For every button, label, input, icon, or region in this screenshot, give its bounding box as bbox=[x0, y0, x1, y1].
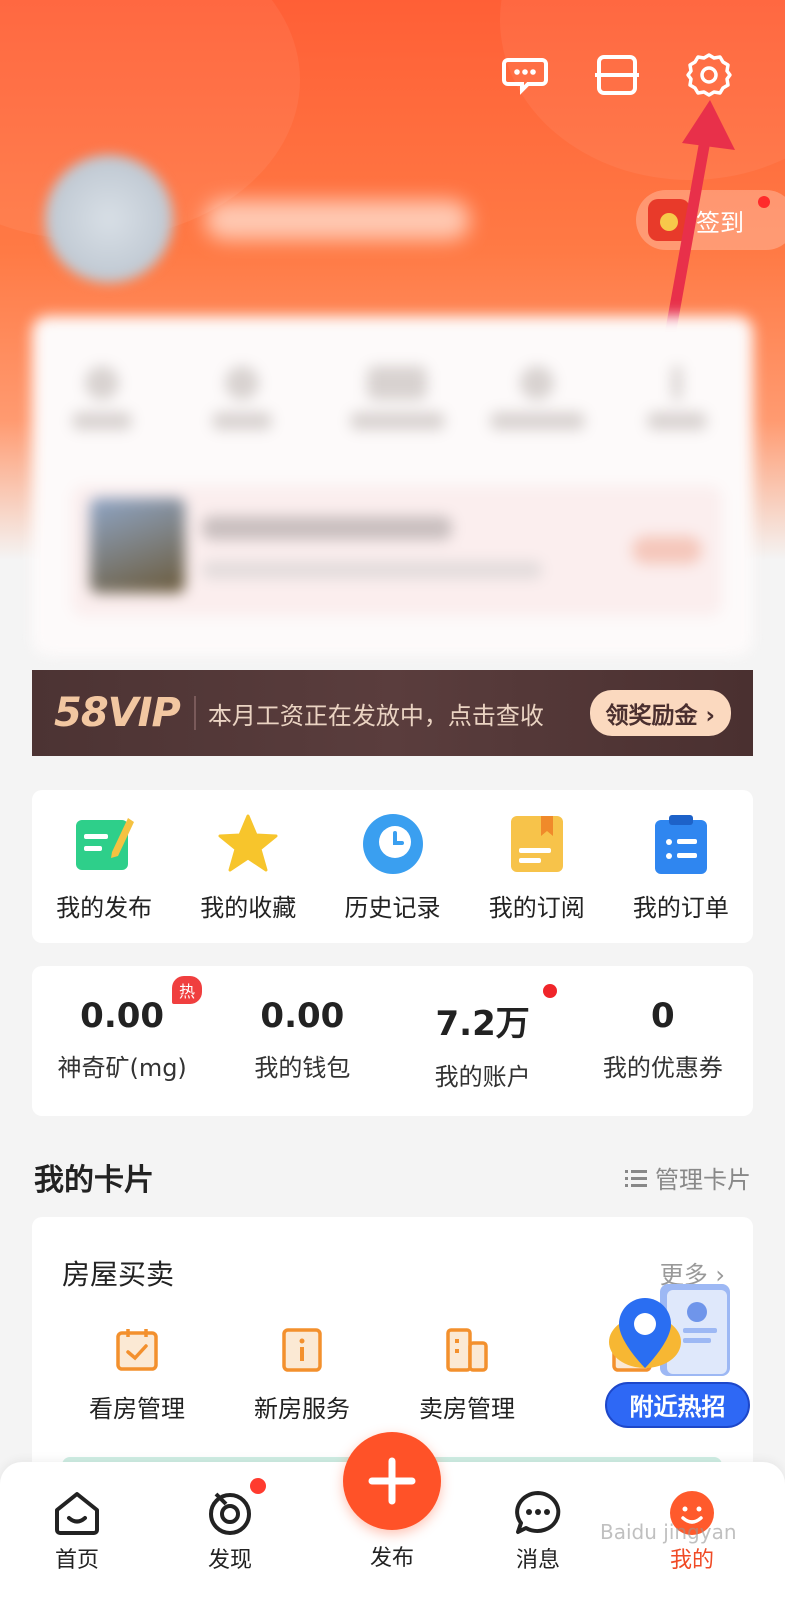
notification-dot bbox=[542, 984, 557, 998]
house-item-viewing[interactable]: 看房管理 bbox=[62, 1327, 212, 1424]
publish-button[interactable] bbox=[343, 1432, 441, 1530]
quick-action-label: 我的收藏 bbox=[200, 894, 297, 922]
manage-cards-button[interactable]: 管理卡片 bbox=[625, 1160, 751, 1195]
blurred-item bbox=[642, 366, 712, 446]
stat-label: 我的账户 bbox=[434, 1063, 531, 1091]
quick-actions-card: 我的发布 我的收藏 历史记录 我的订阅 我的订单 bbox=[32, 790, 753, 943]
stat-value: 0.00 bbox=[260, 996, 345, 1036]
house-item-new-home[interactable]: 新房服务 bbox=[227, 1327, 377, 1424]
stat-value: 7.2万 bbox=[435, 1004, 530, 1044]
nearby-jobs-float-ad[interactable]: 附近热招 bbox=[605, 1280, 750, 1430]
plus-icon bbox=[368, 1457, 416, 1505]
annotation-arrow bbox=[664, 100, 735, 341]
building-icon bbox=[446, 1328, 488, 1372]
watermark: Baidu jingyan bbox=[600, 1520, 737, 1544]
info-doc-icon bbox=[282, 1328, 322, 1372]
tab-discover[interactable]: 发现 bbox=[180, 1478, 280, 1574]
house-item-label: 卖房管理 bbox=[419, 1395, 515, 1423]
vip-brand: 58VIP bbox=[54, 690, 181, 736]
tab-label: 首页 bbox=[54, 1548, 99, 1573]
quick-action-label: 历史记录 bbox=[344, 894, 441, 922]
message-icon bbox=[515, 1491, 561, 1534]
stat-wallet[interactable]: 0.00 我的钱包 bbox=[212, 966, 392, 1116]
blurred-banner bbox=[72, 486, 722, 616]
stat-account[interactable]: 7.2万 我的账户 bbox=[393, 966, 573, 1116]
vip-divider bbox=[193, 696, 196, 730]
notification-dot bbox=[250, 1478, 266, 1494]
quick-action-history[interactable]: 历史记录 bbox=[320, 790, 464, 943]
stat-coupons[interactable]: 0 我的优惠券 bbox=[573, 966, 753, 1116]
quick-action-label: 我的订单 bbox=[632, 894, 729, 922]
house-item-label: 新房服务 bbox=[254, 1395, 350, 1423]
clipboard-icon bbox=[654, 815, 707, 874]
settings-icon[interactable] bbox=[684, 50, 734, 100]
stat-magic-ore[interactable]: 0.00 神奇矿(mg) 热 bbox=[32, 966, 212, 1116]
blurred-item bbox=[347, 366, 447, 446]
house-item-sell[interactable]: 卖房管理 bbox=[392, 1327, 542, 1424]
quick-action-orders[interactable]: 我的订单 bbox=[609, 790, 753, 943]
manage-cards-label: 管理卡片 bbox=[655, 1166, 751, 1194]
home-icon bbox=[55, 1492, 99, 1535]
username-blurred bbox=[205, 200, 470, 240]
stat-value: 0 bbox=[651, 996, 675, 1036]
blurred-item bbox=[207, 366, 277, 446]
blurred-summary-card bbox=[32, 316, 753, 656]
bookmark-icon bbox=[510, 816, 563, 872]
stats-card: 0.00 神奇矿(mg) 热 0.00 我的钱包 7.2万 我的账户 0 我的优… bbox=[32, 966, 753, 1116]
quick-action-label: 我的订阅 bbox=[488, 894, 585, 922]
tab-label: 我的 bbox=[669, 1548, 714, 1573]
section-title: 我的卡片 bbox=[34, 1163, 154, 1198]
stat-value: 0.00 bbox=[80, 996, 165, 1036]
list-icon bbox=[625, 1169, 647, 1187]
nearby-jobs-label: 附近热招 bbox=[605, 1382, 750, 1428]
quick-action-label: 我的发布 bbox=[56, 894, 153, 922]
tab-home[interactable]: 首页 bbox=[27, 1490, 127, 1574]
quick-action-subscriptions[interactable]: 我的订阅 bbox=[465, 790, 609, 943]
nearby-jobs-illustration bbox=[609, 1284, 730, 1376]
stat-label: 神奇矿(mg) bbox=[57, 1054, 187, 1082]
publish-note-icon bbox=[76, 818, 135, 870]
vip-banner[interactable]: 58VIP 本月工资正在发放中，点击查收 领奖励金 › bbox=[32, 670, 753, 756]
card-title: 房屋买卖 bbox=[62, 1258, 175, 1291]
discover-icon bbox=[209, 1492, 251, 1535]
notification-dot bbox=[758, 196, 770, 208]
blurred-item bbox=[67, 366, 137, 446]
stat-label: 我的钱包 bbox=[254, 1054, 351, 1082]
quick-action-favorites[interactable]: 我的收藏 bbox=[176, 790, 320, 943]
blurred-item bbox=[487, 366, 587, 446]
calendar-check-icon bbox=[116, 1329, 158, 1371]
vip-text: 本月工资正在发放中，点击查收 bbox=[207, 701, 544, 730]
star-icon bbox=[218, 814, 278, 872]
clock-icon bbox=[362, 814, 423, 874]
vip-reward-button[interactable]: 领奖励金 › bbox=[589, 690, 731, 736]
tab-label: 发现 bbox=[207, 1548, 252, 1573]
avatar[interactable] bbox=[45, 155, 173, 283]
scan-icon[interactable] bbox=[592, 50, 642, 100]
tab-messages[interactable]: 消息 bbox=[488, 1490, 588, 1574]
publish-label: 发布 bbox=[369, 1546, 414, 1571]
hot-badge: 热 bbox=[172, 976, 203, 1004]
stat-label: 我的优惠券 bbox=[602, 1054, 723, 1082]
quick-action-my-posts[interactable]: 我的发布 bbox=[32, 790, 176, 943]
customer-service-icon[interactable] bbox=[500, 50, 550, 100]
house-item-label: 看房管理 bbox=[89, 1395, 185, 1423]
tab-label: 消息 bbox=[515, 1548, 560, 1573]
